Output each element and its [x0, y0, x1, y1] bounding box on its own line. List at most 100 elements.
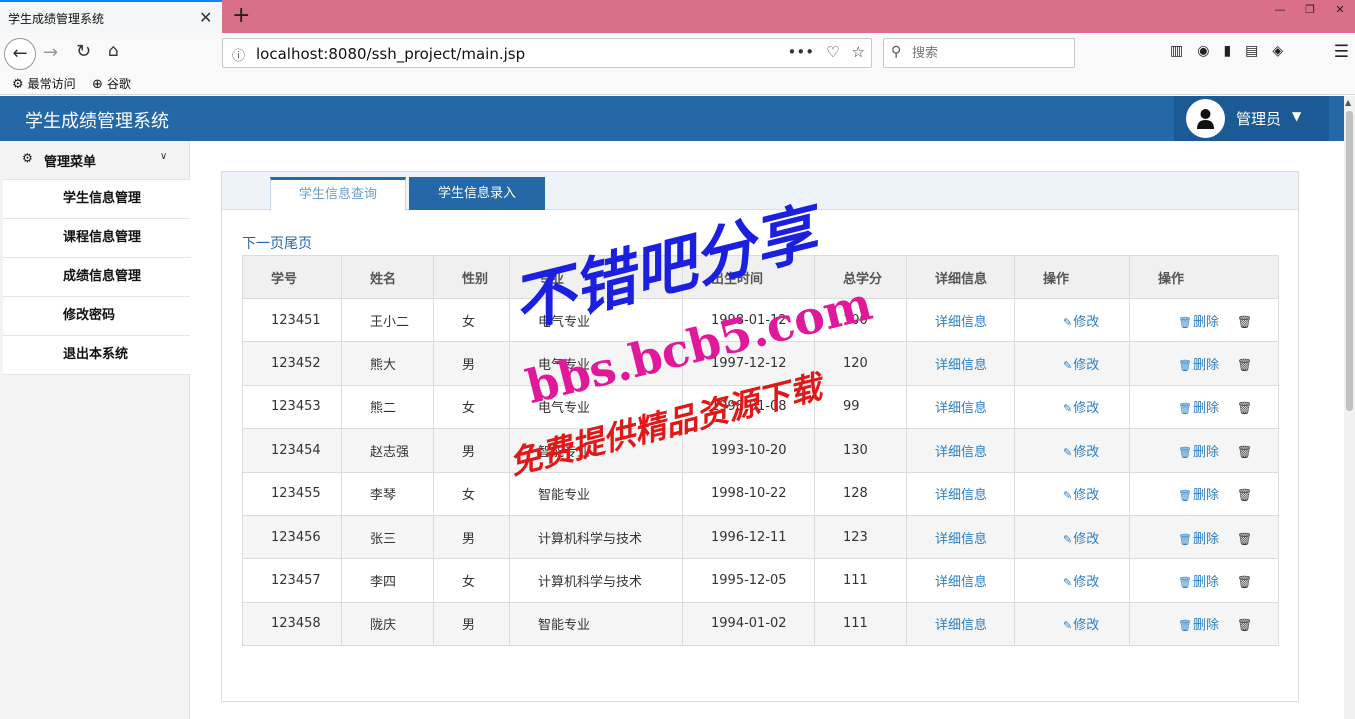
delete-link[interactable]: 🗑删除 [1178, 445, 1219, 460]
trash-small-icon: 🗑 [1178, 359, 1192, 373]
student-table: 学号 姓名 性别 专业 出生时间 总学分 详细信息 操作 操作 123451 王小… [242, 255, 1279, 647]
cell-delete: 🗑删除 🗑 [1129, 384, 1279, 430]
edit-link[interactable]: ✎修改 [1063, 315, 1099, 330]
page-scrollbar[interactable]: ▲ [1344, 96, 1355, 719]
trash-icon[interactable]: 🗑 [1237, 618, 1252, 632]
sidebar-item-course-info[interactable]: 课程信息管理 [3, 219, 190, 258]
sidebar-icon[interactable]: ▤ [1245, 43, 1258, 59]
home-icon[interactable]: ⌂ [108, 41, 119, 61]
table-row: 123454 赵志强男智能专业 1993-10-20 130 详细信息 ✎修改 🗑删除 🗑 [242, 428, 1279, 473]
detail-link[interactable]: 详细信息 [935, 488, 987, 503]
detail-link[interactable]: 详细信息 [935, 618, 987, 633]
edit-link[interactable]: ✎修改 [1063, 445, 1099, 460]
address-bar[interactable]: ⓘ localhost:8080/ssh_project/main.jsp ••… [222, 38, 872, 68]
bookmark-most-visited[interactable]: ⚙ 最常访问 [12, 75, 76, 92]
delete-link[interactable]: 🗑删除 [1178, 575, 1219, 590]
cell-credits: 100 [814, 297, 907, 343]
search-icon: ⚲ [891, 44, 902, 60]
tab-strip: 学生信息查询 学生信息录入 [222, 172, 1298, 211]
back-icon[interactable]: ← [4, 38, 36, 70]
minimize-icon[interactable]: — [1265, 0, 1295, 20]
more-icon[interactable]: ••• [788, 43, 815, 61]
detail-link[interactable]: 详细信息 [935, 401, 987, 416]
cell-birth: 1995-12-05 [682, 558, 815, 603]
user-menu[interactable]: 管理员 ▼ [1174, 96, 1329, 141]
trash-icon[interactable]: 🗑 [1237, 532, 1252, 546]
sidebar-item-student-info[interactable]: 学生信息管理 [3, 180, 190, 219]
delete-link[interactable]: 🗑删除 [1178, 358, 1219, 373]
detail-link[interactable]: 详细信息 [935, 575, 987, 590]
new-tab-icon[interactable]: + [232, 3, 250, 28]
info-icon[interactable]: ⓘ [232, 45, 245, 64]
gear-icon: ⚙ [12, 77, 24, 92]
sidebar-menu-header[interactable]: ⚙ 管理菜单 ∨ [0, 141, 190, 178]
browser-tab-title: 学生成绩管理系统 [8, 12, 105, 26]
trash-icon[interactable]: 🗑 [1237, 401, 1252, 415]
detail-link[interactable]: 详细信息 [935, 445, 987, 460]
cell-gender: 女 [433, 297, 510, 343]
forward-icon[interactable]: → [43, 42, 58, 63]
table-row: 123455 李琴女智能专业 1998-10-22 128 详细信息 ✎修改 🗑删除 🗑 [242, 471, 1279, 516]
shield-icon[interactable]: ◈ [1272, 43, 1283, 59]
last-page-link[interactable]: 尾页 [284, 236, 312, 252]
cell-id: 123455 [242, 471, 342, 516]
table-header-row: 学号 姓名 性别 专业 出生时间 总学分 详细信息 操作 操作 [242, 255, 1279, 299]
edit-link[interactable]: ✎修改 [1063, 488, 1099, 503]
delete-link[interactable]: 🗑删除 [1178, 488, 1219, 503]
cell-detail: 详细信息 [906, 471, 1015, 516]
pocket-icon[interactable]: ♡ [826, 43, 839, 61]
edit-link[interactable]: ✎修改 [1063, 575, 1099, 590]
content-panel: 学生信息查询 学生信息录入 下一页尾页 学号 姓名 性别 专业 出生时间 总学分… [221, 171, 1299, 702]
cell-delete: 🗑删除 🗑 [1129, 601, 1279, 647]
bookmark-google[interactable]: ⊕ 谷歌 [92, 75, 131, 92]
browser-navbar: ← → ↻ ⌂ ⓘ localhost:8080/ssh_project/mai… [0, 33, 1355, 73]
extension-icon[interactable]: ◉ [1197, 43, 1209, 59]
extension-lt-icon[interactable]: ▮ [1223, 43, 1231, 59]
trash-icon[interactable]: 🗑 [1237, 445, 1252, 459]
browser-tabbar: 学生成绩管理系统 ✕ + — ❐ ✕ [0, 0, 1355, 33]
search-box[interactable]: ⚲ [883, 38, 1075, 68]
tab-student-entry[interactable]: 学生信息录入 [409, 177, 545, 210]
search-input[interactable] [912, 43, 1067, 63]
trash-icon[interactable]: 🗑 [1237, 315, 1252, 329]
close-tab-icon[interactable]: ✕ [199, 8, 212, 27]
col-header-credits: 总学分 [814, 255, 907, 299]
delete-link[interactable]: 🗑删除 [1178, 532, 1219, 547]
cell-id: 123458 [242, 601, 342, 647]
cell-detail: 详细信息 [906, 514, 1015, 560]
sidebar-item-change-password[interactable]: 修改密码 [3, 297, 190, 336]
restore-icon[interactable]: ❐ [1295, 0, 1325, 20]
edit-link[interactable]: ✎修改 [1063, 532, 1099, 547]
bookmark-star-icon[interactable]: ☆ [852, 43, 865, 61]
scrollbar-thumb[interactable] [1346, 111, 1353, 411]
hamburger-menu-icon[interactable]: ☰ [1334, 42, 1349, 62]
cell-credits: 130 [814, 428, 907, 473]
trash-small-icon: 🗑 [1178, 619, 1192, 633]
browser-tab[interactable]: 学生成绩管理系统 ✕ [0, 0, 222, 33]
delete-link[interactable]: 🗑删除 [1178, 618, 1219, 633]
trash-icon[interactable]: 🗑 [1237, 575, 1252, 589]
close-window-icon[interactable]: ✕ [1325, 0, 1355, 20]
url-text[interactable]: localhost:8080/ssh_project/main.jsp [256, 45, 525, 63]
edit-link[interactable]: ✎修改 [1063, 401, 1099, 416]
detail-link[interactable]: 详细信息 [935, 358, 987, 373]
edit-link[interactable]: ✎修改 [1063, 618, 1099, 633]
sidebar-item-logout[interactable]: 退出本系统 [3, 336, 190, 375]
cell-detail: 详细信息 [906, 384, 1015, 430]
edit-link[interactable]: ✎修改 [1063, 358, 1099, 373]
detail-link[interactable]: 详细信息 [935, 532, 987, 547]
edit-icon: ✎ [1063, 532, 1073, 546]
trash-icon[interactable]: 🗑 [1237, 358, 1252, 372]
scroll-up-icon[interactable]: ▲ [1345, 98, 1351, 107]
next-page-link[interactable]: 下一页 [242, 236, 284, 252]
cell-credits: 120 [814, 341, 907, 386]
delete-link[interactable]: 🗑删除 [1178, 401, 1219, 416]
delete-link[interactable]: 🗑删除 [1178, 315, 1219, 330]
detail-link[interactable]: 详细信息 [935, 315, 987, 330]
reload-icon[interactable]: ↻ [76, 41, 91, 62]
window-controls: — ❐ ✕ [1265, 0, 1355, 20]
sidebar-item-grade-info[interactable]: 成绩信息管理 [3, 258, 190, 297]
trash-icon[interactable]: 🗑 [1237, 488, 1252, 502]
tab-student-query[interactable]: 学生信息查询 [270, 177, 406, 211]
library-icon[interactable]: ▥ [1170, 43, 1183, 59]
